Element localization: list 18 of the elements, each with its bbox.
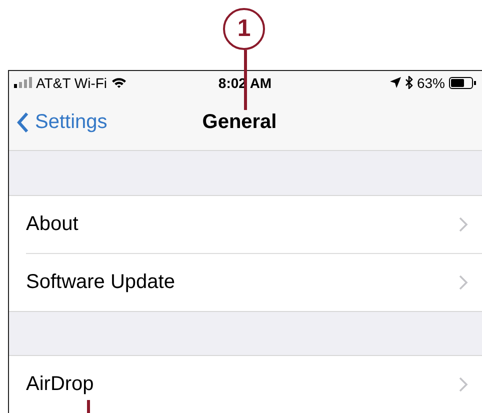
chevron-right-icon <box>459 216 468 232</box>
wifi-icon <box>111 76 128 89</box>
settings-row[interactable]: Software Update <box>26 254 482 311</box>
carrier-label: AT&T Wi-Fi <box>36 74 108 91</box>
signal-icon <box>14 77 32 88</box>
settings-row[interactable]: AirDrop <box>26 356 482 413</box>
chevron-right-icon <box>459 274 468 290</box>
settings-row[interactable]: About <box>26 196 482 254</box>
callout-number: 1 <box>223 8 265 50</box>
leader-line <box>244 50 247 110</box>
nav-title: General <box>202 110 277 134</box>
bluetooth-icon <box>404 76 413 90</box>
battery-percent: 63% <box>416 74 446 91</box>
back-link[interactable]: Settings <box>9 110 108 134</box>
chevron-left-icon <box>17 112 29 133</box>
chevron-right-icon <box>459 377 468 392</box>
battery-icon <box>449 76 476 89</box>
location-arrow-icon <box>390 77 401 88</box>
